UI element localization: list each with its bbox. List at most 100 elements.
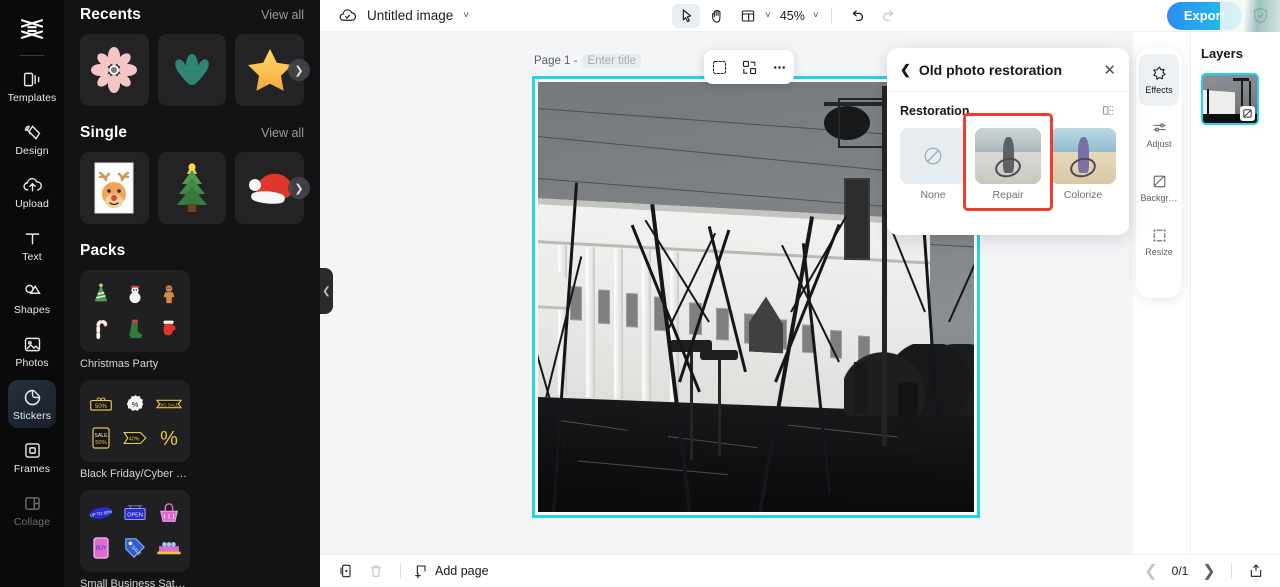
restoration-label: Restoration <box>900 104 969 118</box>
option-colorize[interactable]: Colorize <box>1050 128 1116 201</box>
single-row: ❯ <box>64 152 320 224</box>
chevron-right-icon[interactable]: ❯ <box>288 177 310 199</box>
sidebar-label: Stickers <box>13 411 51 422</box>
zoom-level[interactable]: 45% <box>780 9 805 23</box>
pack-item[interactable]: UP TO 80% OPEN BUY SALE Small Business S… <box>80 490 190 587</box>
sticker-tile[interactable] <box>80 34 149 106</box>
colorize-preview-thumb <box>1050 128 1116 184</box>
close-icon[interactable]: ✕ <box>1103 61 1116 79</box>
effects-sparkle-icon <box>1151 65 1168 82</box>
section-title: Recents <box>80 6 141 24</box>
shopping-basket-icon <box>157 503 181 525</box>
building-dome <box>538 270 570 310</box>
add-page-icon <box>413 563 429 579</box>
layer-item[interactable] <box>1201 73 1259 125</box>
section-header-recents: Recents View all <box>64 6 320 24</box>
tool-label: Adjust <box>1146 139 1171 149</box>
tool-resize[interactable]: Resize <box>1139 216 1179 268</box>
utility-box <box>898 382 918 452</box>
panel-collapse-handle[interactable]: ❮ <box>320 268 333 314</box>
sidebar-item-templates[interactable]: Templates <box>8 62 56 110</box>
open-sign-icon: OPEN <box>122 503 148 525</box>
option-repair[interactable]: Repair <box>975 128 1041 201</box>
compare-split-icon[interactable] <box>1101 103 1116 118</box>
top-toolbar: Untitled image ˅ ˅ 45% ˅ <box>320 0 1280 32</box>
page-title-input[interactable]: Enter title <box>582 54 641 68</box>
sidebar-item-collage[interactable]: Collage <box>8 486 56 534</box>
sidebar-item-stickers[interactable]: Stickers <box>8 380 56 428</box>
chevron-right-icon[interactable]: ❯ <box>288 59 310 81</box>
sale-price-tag-icon: SALE <box>124 536 146 560</box>
svg-text:BUY: BUY <box>95 546 106 552</box>
pack-item[interactable]: 50% % BIG SALE SALE50% 40% % Black Frida… <box>80 380 190 480</box>
bottom-left-group: Add page <box>320 559 489 583</box>
tool-effects[interactable]: Effects <box>1139 54 1179 106</box>
chevron-left-icon[interactable]: ❮ <box>900 62 911 78</box>
bottom-divider <box>400 563 401 579</box>
next-page-icon[interactable]: ❯ <box>1199 561 1219 581</box>
page-number-text: Page 1 - <box>534 55 577 67</box>
sidebar-item-upload[interactable]: Upload <box>8 168 56 216</box>
building-window <box>598 289 610 324</box>
option-label: Colorize <box>1050 189 1116 201</box>
sticker-tile[interactable] <box>80 152 149 224</box>
bottom-toolbar: Add page ❮ 0/1 ❯ <box>320 554 1280 587</box>
sidebar-item-photos[interactable]: Photos <box>8 327 56 375</box>
delete-page-icon[interactable] <box>364 559 388 583</box>
section-header-packs: Packs <box>64 242 320 260</box>
more-options-icon[interactable] <box>767 55 791 79</box>
cutout-select-icon[interactable] <box>707 55 731 79</box>
option-thumbnail <box>900 128 966 184</box>
pack-label: Christmas Party <box>80 358 190 370</box>
lamp-head <box>700 350 738 360</box>
sidebar-item-frames[interactable]: Frames <box>8 433 56 481</box>
layout-chevron-down-icon[interactable]: ˅ <box>765 10 771 21</box>
view-all-link[interactable]: View all <box>261 126 304 140</box>
candy-cane-icon <box>90 317 112 339</box>
option-none[interactable]: None <box>900 128 966 201</box>
undo-icon[interactable] <box>844 4 872 28</box>
chevron-down-icon[interactable]: ˅ <box>463 10 469 21</box>
background-icon <box>1151 173 1168 190</box>
hand-pan-icon[interactable] <box>703 4 731 28</box>
sidebar-item-text[interactable]: Text <box>8 221 56 269</box>
svg-text:%: % <box>160 428 178 450</box>
svg-text:%: % <box>132 400 139 409</box>
option-label: None <box>900 189 966 201</box>
building-column <box>614 248 623 398</box>
layout-grid-icon[interactable] <box>734 4 762 28</box>
restoration-options: None Repair <box>900 128 1116 201</box>
prev-page-icon[interactable]: ❮ <box>1141 561 1161 581</box>
option-thumbnail <box>1050 128 1116 184</box>
bottom-divider <box>1231 563 1232 579</box>
redo-icon <box>875 4 903 28</box>
zoom-chevron-down-icon[interactable]: ˅ <box>813 10 819 21</box>
view-all-link[interactable]: View all <box>261 8 304 22</box>
sidebar-item-design[interactable]: Design <box>8 115 56 163</box>
flower-sticker-icon <box>89 45 139 95</box>
sticker-tile[interactable] <box>158 34 227 106</box>
add-page-button[interactable]: Add page <box>413 563 489 579</box>
svg-text:SALE: SALE <box>94 433 108 439</box>
pack-label: Small Business Saturd... <box>80 578 190 587</box>
bottom-right-group: ❮ 0/1 ❯ <box>1141 559 1268 583</box>
account-avatar[interactable] <box>1220 0 1280 32</box>
select-cursor-icon[interactable] <box>672 4 700 28</box>
pack-item[interactable]: Christmas Party <box>80 270 190 370</box>
old-photo-restoration-popover: ❮ Old photo restoration ✕ Restoration <box>887 48 1129 235</box>
tool-background[interactable]: Backgr… <box>1139 162 1179 214</box>
duplicate-page-icon[interactable] <box>334 559 358 583</box>
sidebar-item-shapes[interactable]: Shapes <box>8 274 56 322</box>
forty-percent-arrow-icon: 40% <box>122 429 148 447</box>
capcut-logo-icon[interactable] <box>15 12 49 46</box>
export-upload-icon[interactable] <box>1244 559 1268 583</box>
sidebar-label: Shapes <box>14 305 50 316</box>
sidebar-label: Text <box>22 252 42 263</box>
popover-body: Restoration None <box>887 92 1129 201</box>
sticker-tile[interactable] <box>158 152 227 224</box>
remove-background-icon[interactable] <box>737 55 761 79</box>
section-title: Single <box>80 124 127 142</box>
tool-adjust[interactable]: Adjust <box>1139 108 1179 160</box>
add-page-label: Add page <box>435 564 489 578</box>
document-title[interactable]: Untitled image <box>367 8 453 23</box>
